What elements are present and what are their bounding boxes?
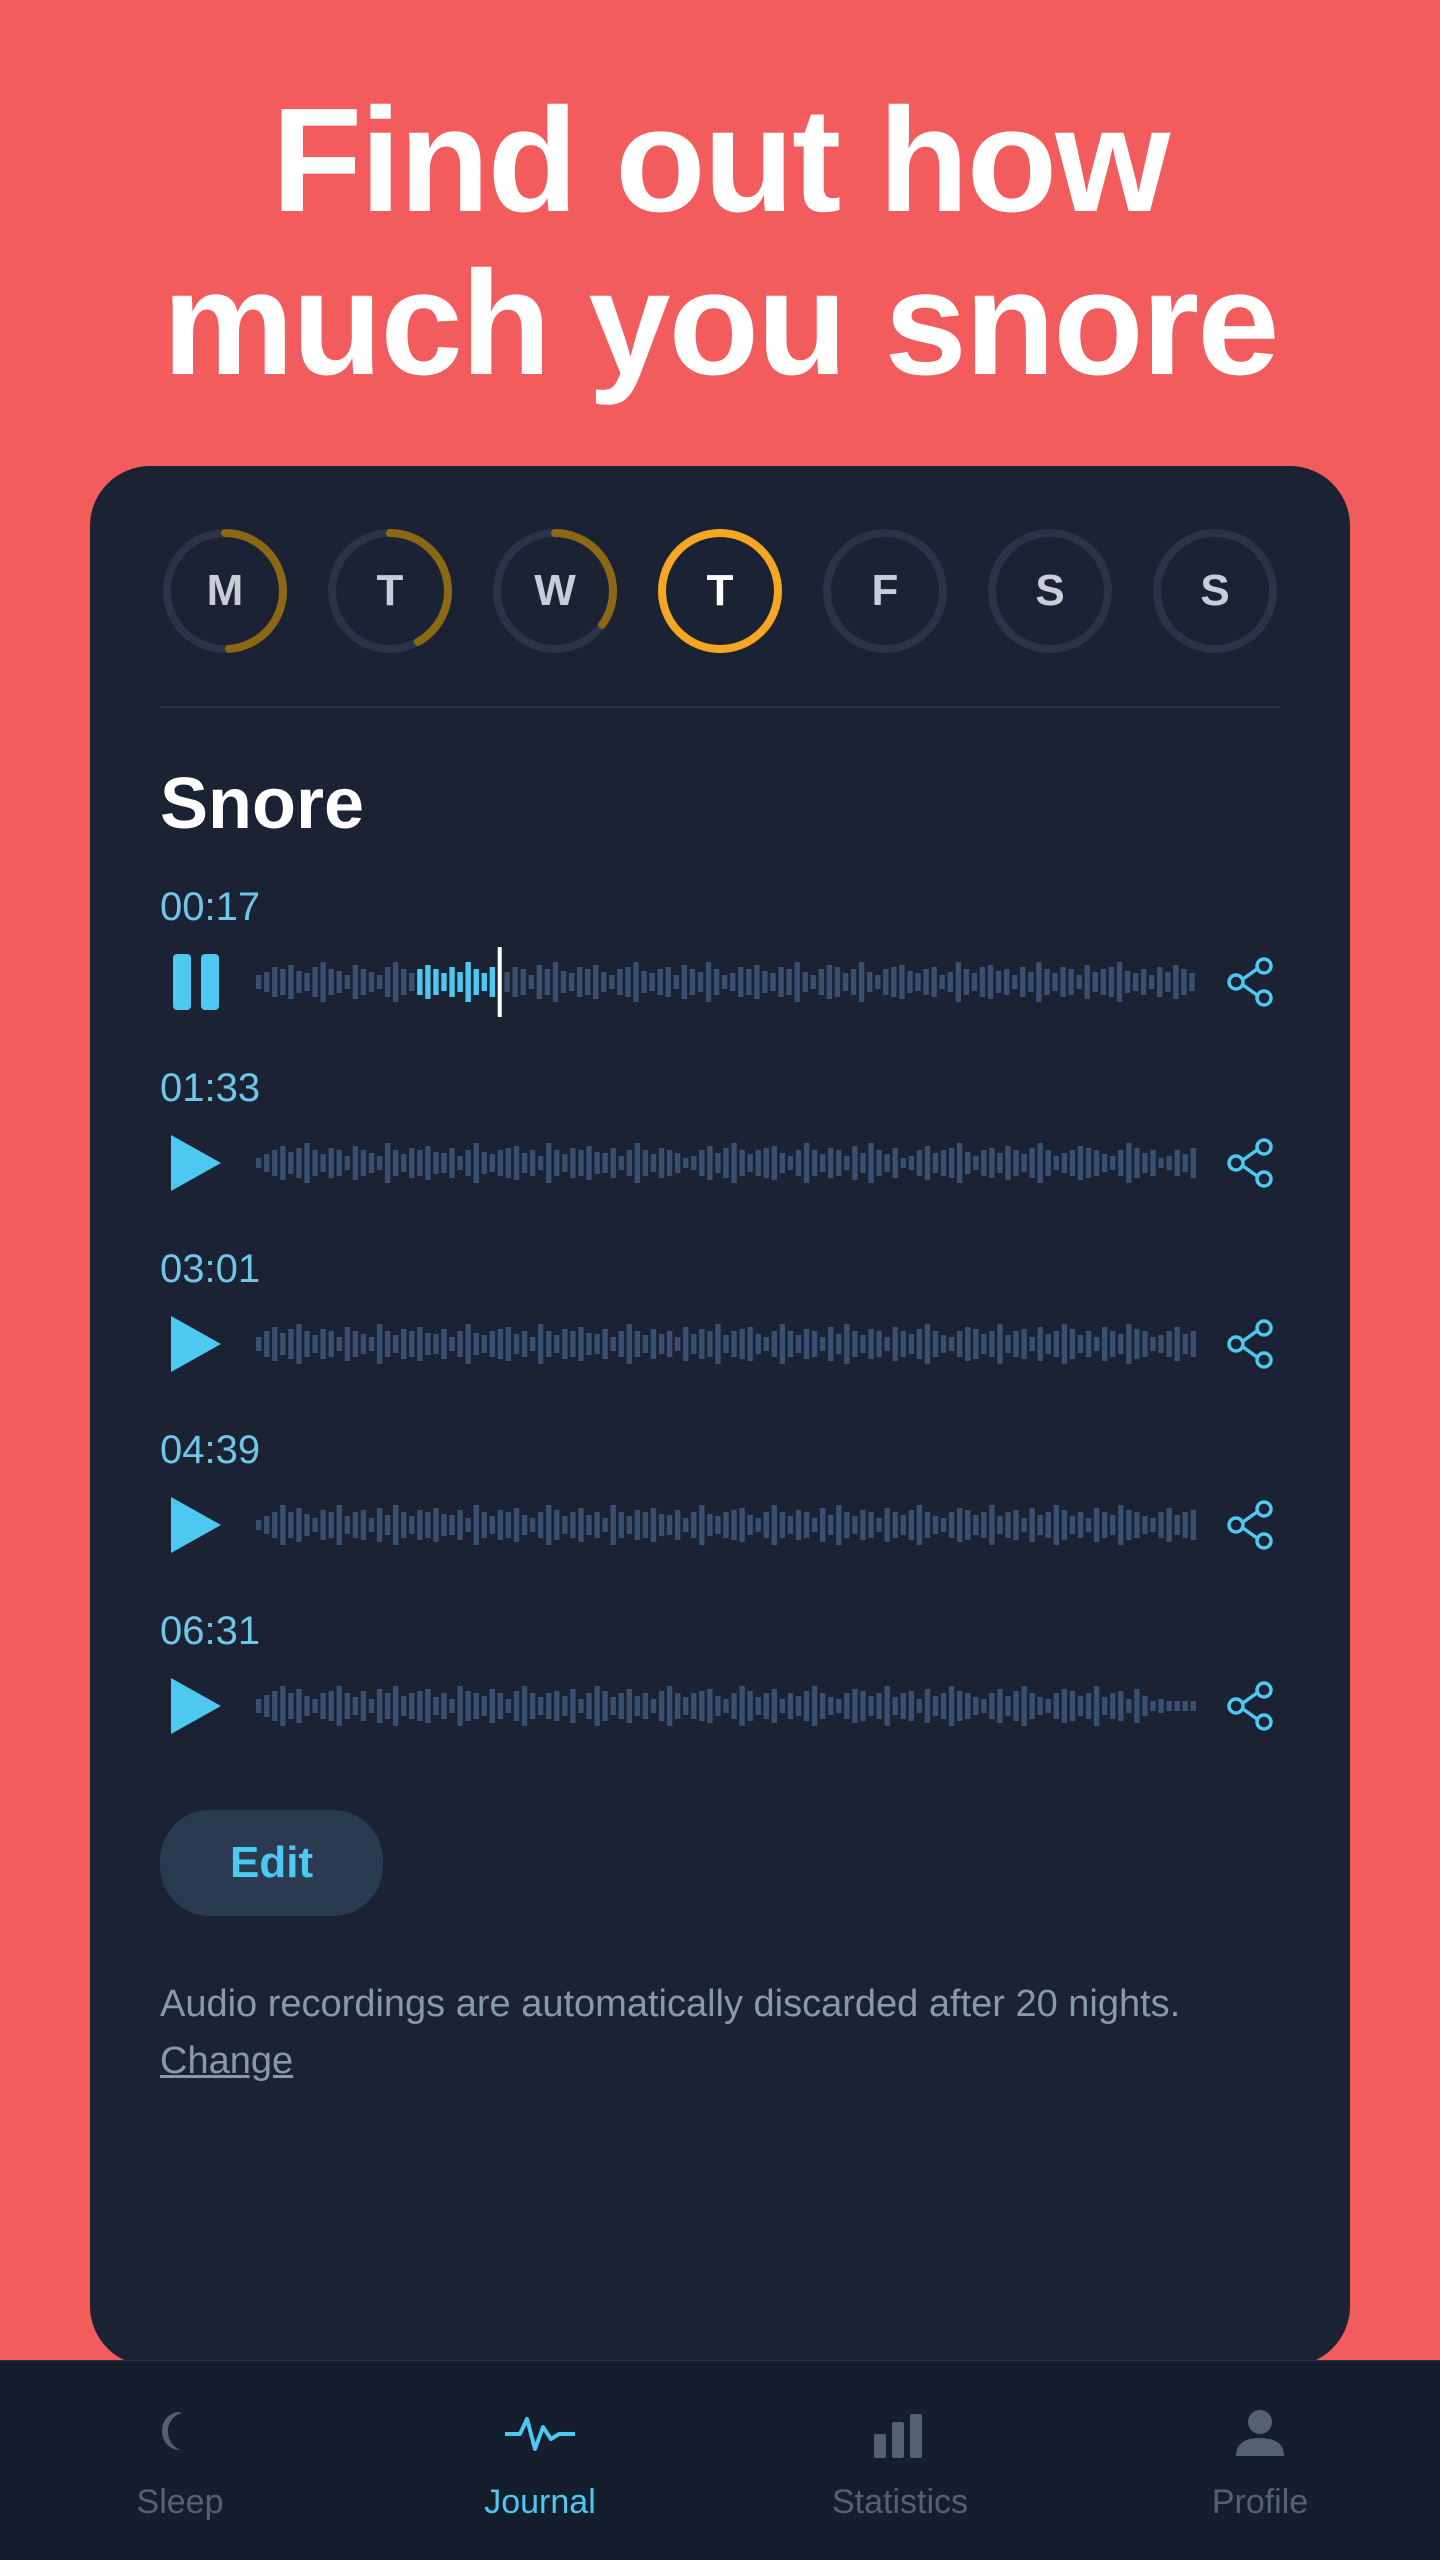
pause-button-1[interactable] — [160, 946, 232, 1018]
timestamp-3: 03:01 — [160, 1247, 1280, 1292]
share-button-4[interactable] — [1220, 1495, 1280, 1555]
bottom-nav: Sleep Journal Statistics Profile — [0, 2360, 1440, 2560]
audio-entry-1: 00:17 — [160, 885, 1280, 1018]
day-btn-f[interactable]: F — [820, 526, 950, 656]
audio-entry-5: 06:31 — [160, 1609, 1280, 1742]
day-btn-t2[interactable]: T — [655, 526, 785, 656]
play-button-3[interactable] — [160, 1308, 232, 1380]
hero-title: Find out how much you snore — [0, 80, 1440, 406]
nav-item-journal[interactable]: Journal — [360, 2399, 720, 2522]
divider — [160, 706, 1280, 708]
nav-label-journal: Journal — [484, 2483, 596, 2522]
nav-label-profile: Profile — [1212, 2483, 1308, 2522]
audio-row-3 — [160, 1308, 1280, 1380]
timestamp-4: 04:39 — [160, 1428, 1280, 1473]
waveform-1[interactable] — [256, 947, 1196, 1017]
audio-row-5 — [160, 1670, 1280, 1742]
audio-row-1 — [160, 946, 1280, 1018]
timestamp-5: 06:31 — [160, 1609, 1280, 1654]
waveform-2[interactable] — [256, 1128, 1196, 1198]
waveform-5[interactable] — [256, 1671, 1196, 1741]
edit-button[interactable]: Edit — [160, 1810, 383, 1916]
footer-note: Audio recordings are automatically disca… — [160, 1976, 1280, 2090]
nav-item-sleep[interactable]: Sleep — [0, 2399, 360, 2522]
audio-entry-3: 03:01 — [160, 1247, 1280, 1380]
pulse-icon — [505, 2399, 575, 2469]
person-icon — [1225, 2399, 1295, 2469]
timestamp-1: 00:17 — [160, 885, 1280, 930]
play-button-2[interactable] — [160, 1127, 232, 1199]
share-button-1[interactable] — [1220, 952, 1280, 1012]
waveform-4[interactable] — [256, 1490, 1196, 1560]
footer-note-link[interactable]: Change — [160, 2040, 293, 2082]
main-card: M T W T — [90, 466, 1350, 2366]
nav-label-statistics: Statistics — [832, 2483, 968, 2522]
nav-item-statistics[interactable]: Statistics — [720, 2399, 1080, 2522]
play-button-5[interactable] — [160, 1670, 232, 1742]
audio-row-4 — [160, 1489, 1280, 1561]
moon-icon — [145, 2399, 215, 2469]
audio-entry-2: 01:33 — [160, 1066, 1280, 1199]
day-btn-m[interactable]: M — [160, 526, 290, 656]
play-button-4[interactable] — [160, 1489, 232, 1561]
hero-section: Find out how much you snore — [0, 0, 1440, 466]
day-btn-w[interactable]: W — [490, 526, 620, 656]
footer-note-text: Audio recordings are automatically disca… — [160, 1983, 1180, 2025]
bar-chart-icon — [865, 2399, 935, 2469]
share-button-5[interactable] — [1220, 1676, 1280, 1736]
audio-row-2 — [160, 1127, 1280, 1199]
day-btn-t1[interactable]: T — [325, 526, 455, 656]
day-btn-s1[interactable]: S — [985, 526, 1115, 656]
waveform-3[interactable] — [256, 1309, 1196, 1379]
nav-item-profile[interactable]: Profile — [1080, 2399, 1440, 2522]
section-title: Snore — [160, 763, 1280, 845]
timestamp-2: 01:33 — [160, 1066, 1280, 1111]
share-button-3[interactable] — [1220, 1314, 1280, 1374]
nav-label-sleep: Sleep — [137, 2483, 224, 2522]
day-btn-s2[interactable]: S — [1150, 526, 1280, 656]
day-selector: M T W T — [160, 526, 1280, 656]
share-button-2[interactable] — [1220, 1133, 1280, 1193]
audio-entry-4: 04:39 — [160, 1428, 1280, 1561]
